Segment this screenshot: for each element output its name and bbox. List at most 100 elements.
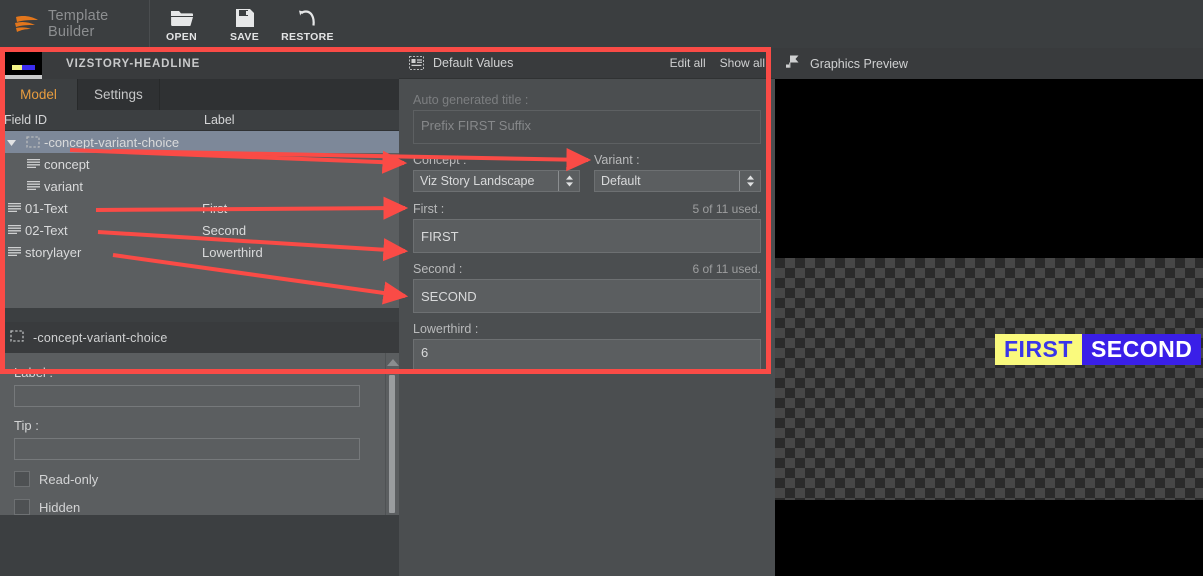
tree-row-label: Second xyxy=(202,222,247,238)
first-usage: 5 of 11 used. xyxy=(692,202,762,216)
table-row[interactable]: 01-Text First xyxy=(0,197,399,219)
tree-row-label: First xyxy=(202,200,228,216)
panel-divider xyxy=(0,308,399,322)
column-header-label: Label xyxy=(204,113,235,127)
open-button-label: OPEN xyxy=(166,30,197,43)
dashed-box-icon xyxy=(10,330,24,345)
default-values-icon xyxy=(409,56,424,70)
second-usage: 6 of 11 used. xyxy=(692,262,762,276)
tree-row-label: Lowerthird xyxy=(202,244,263,260)
open-button[interactable]: OPEN xyxy=(150,0,213,48)
table-row[interactable]: concept xyxy=(0,153,399,175)
default-values-title: Default Values xyxy=(433,56,514,70)
auto-title-label: Auto generated title : xyxy=(413,93,529,107)
transparency-checkerboard xyxy=(775,258,1203,500)
tip-field-label: Tip : xyxy=(14,418,39,433)
hidden-label: Hidden xyxy=(39,499,81,515)
model-settings-tabs: Model Settings xyxy=(0,79,399,110)
hidden-checkbox[interactable] xyxy=(14,499,30,515)
preview-second-text: SECOND xyxy=(1081,334,1202,365)
second-label: Second : xyxy=(413,262,463,276)
tabs-filler xyxy=(159,79,399,110)
lowerthird-input[interactable] xyxy=(413,339,761,373)
tab-model[interactable]: Model xyxy=(0,79,78,110)
expand-collapse-triangle-icon[interactable] xyxy=(0,137,22,148)
preview-graphic: FIRST SECOND xyxy=(995,334,1202,365)
tree-row-id: variant xyxy=(44,178,84,194)
tree-row-id: 02-Text xyxy=(25,222,68,238)
concept-field: Concept : Viz Story Landscape xyxy=(413,153,580,192)
default-values-body: Auto generated title : Prefix FIRST Suff… xyxy=(399,79,775,376)
hidden-checkbox-row[interactable]: Hidden xyxy=(14,499,385,515)
properties-panel-title: -concept-variant-choice xyxy=(33,330,168,345)
tree-row-id: storylayer xyxy=(25,244,82,260)
concept-variant-row: Concept : Viz Story Landscape Variant : … xyxy=(413,153,761,192)
save-button[interactable]: SAVE xyxy=(213,0,276,48)
model-panel: VIZSTORY-HEADLINE Model Settings Field I… xyxy=(0,48,399,576)
second-input[interactable] xyxy=(413,279,761,313)
concept-select-value: Viz Story Landscape xyxy=(413,170,580,192)
tree-column-headers: Field ID Label xyxy=(0,110,399,131)
edit-all-button[interactable]: Edit all xyxy=(670,56,706,70)
table-row[interactable]: 02-Text Second xyxy=(0,219,399,241)
variant-field: Variant : Default xyxy=(594,153,761,192)
tab-settings[interactable]: Settings xyxy=(78,79,160,110)
app-title: Template Builder xyxy=(48,8,109,40)
lowerthird-label-row: Lowerthird : xyxy=(413,322,761,336)
scrollbar-thumb[interactable] xyxy=(389,375,395,513)
text-lines-icon xyxy=(22,180,44,192)
table-row[interactable]: variant xyxy=(0,175,399,197)
main-toolbar: Template Builder OPEN SAVE RESTORE xyxy=(0,0,1203,48)
first-label-row: First : 5 of 11 used. xyxy=(413,202,761,216)
concept-label: Concept : xyxy=(413,153,467,167)
tip-field[interactable] xyxy=(14,438,360,460)
first-field: First : 5 of 11 used. xyxy=(413,202,761,253)
properties-panel-body: Label : Tip : Read-only Hidden xyxy=(0,353,399,515)
lowerthird-field: Lowerthird : xyxy=(413,322,761,376)
column-header-field-id: Field ID xyxy=(4,113,48,127)
graphics-preview-title: Graphics Preview xyxy=(810,56,908,71)
read-only-label: Read-only xyxy=(39,471,99,487)
updown-spinner-icon[interactable] xyxy=(739,171,760,191)
dashed-box-icon xyxy=(22,136,44,148)
tree-row-id: 01-Text xyxy=(25,200,68,216)
label-field[interactable] xyxy=(14,385,360,407)
concept-select[interactable]: Viz Story Landscape xyxy=(413,170,580,192)
default-values-panel: Default Values Edit all Show all Auto ge… xyxy=(399,48,775,576)
variant-select-value: Default xyxy=(594,170,761,192)
scroll-up-arrow-icon[interactable] xyxy=(386,359,399,366)
table-row[interactable]: -concept-variant-choice xyxy=(0,131,399,153)
updown-spinner-icon[interactable] xyxy=(558,171,579,191)
play-flag-icon xyxy=(785,55,801,72)
first-input[interactable] xyxy=(413,219,761,253)
template-header: VIZSTORY-HEADLINE xyxy=(0,48,399,79)
thumbnail-second-block xyxy=(22,65,35,70)
properties-scrollbar[interactable] xyxy=(385,353,399,515)
template-builder-window: Template Builder OPEN SAVE RESTORE VIZST… xyxy=(0,0,1203,576)
lowerthird-label: Lowerthird : xyxy=(413,322,479,336)
read-only-checkbox[interactable] xyxy=(14,471,30,487)
tree-empty-space xyxy=(0,263,399,308)
properties-panel-header: -concept-variant-choice xyxy=(0,322,399,353)
viz-flame-logo-icon xyxy=(14,13,40,35)
table-row[interactable]: storylayer Lowerthird xyxy=(0,241,399,263)
app-brand: Template Builder xyxy=(0,0,150,48)
variant-select[interactable]: Default xyxy=(594,170,761,192)
floppy-disk-icon xyxy=(235,6,255,28)
label-field-label: Label : xyxy=(14,365,54,380)
restore-button[interactable]: RESTORE xyxy=(276,0,339,48)
variant-label: Variant : xyxy=(594,153,640,167)
preview-first-text: FIRST xyxy=(995,334,1082,365)
undo-arrow-icon xyxy=(297,6,319,28)
read-only-checkbox-row[interactable]: Read-only xyxy=(14,471,385,487)
graphics-preview-panel: Graphics Preview FIRST SECOND xyxy=(775,48,1203,576)
second-field: Second : 6 of 11 used. xyxy=(413,262,761,313)
show-all-button[interactable]: Show all xyxy=(720,56,765,70)
folder-open-icon xyxy=(170,6,194,28)
auto-title-value: Prefix FIRST Suffix xyxy=(413,110,761,144)
text-lines-icon xyxy=(3,224,25,236)
default-values-header: Default Values Edit all Show all xyxy=(399,48,775,79)
preview-stage[interactable]: FIRST SECOND xyxy=(775,79,1203,576)
text-lines-icon xyxy=(3,202,25,214)
